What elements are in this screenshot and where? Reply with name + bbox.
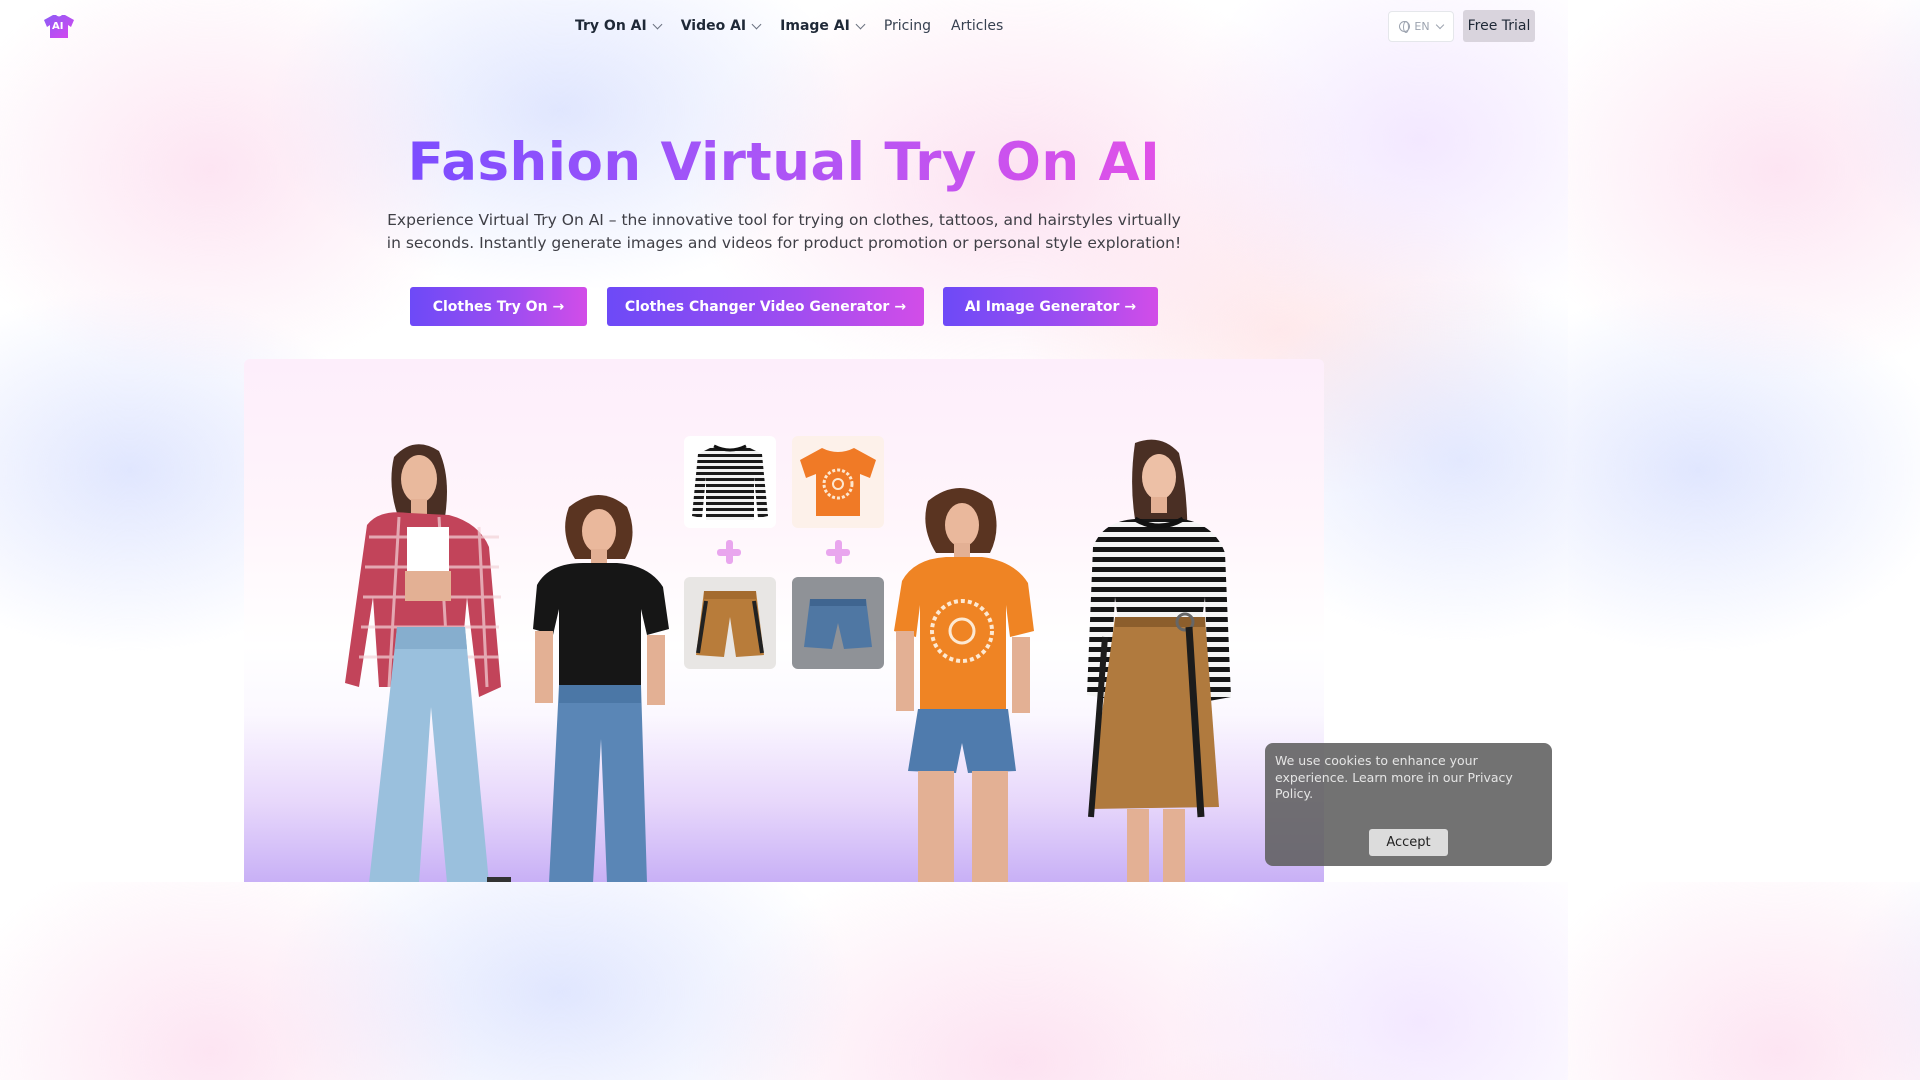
ai-image-generator-button[interactable]: AI Image Generator → xyxy=(943,287,1158,326)
cookie-text: We use cookies to enhance your experienc… xyxy=(1275,753,1513,801)
nav-label: Image AI xyxy=(780,18,850,34)
plus-icon xyxy=(717,540,741,564)
model-plaid-shirt-jeans xyxy=(345,444,511,882)
button-label: Clothes Changer Video Generator xyxy=(624,298,890,315)
denim-shorts-icon[interactable] xyxy=(792,577,884,669)
nav-try-on-ai[interactable]: Try On AI xyxy=(575,18,663,34)
chevron-down-icon xyxy=(855,19,866,29)
nav-video-ai[interactable]: Video AI xyxy=(680,18,762,34)
video-generator-button[interactable]: Clothes Changer Video Generator → xyxy=(607,287,924,326)
logo-icon[interactable]: AI xyxy=(43,12,75,40)
nav-image-ai[interactable]: Image AI xyxy=(780,18,866,34)
model-striped-top-skirt xyxy=(1087,439,1231,882)
nav-label: Try On AI xyxy=(575,18,647,34)
language-selector[interactable]: EN xyxy=(1388,11,1454,42)
chevron-down-icon xyxy=(652,19,663,29)
clothes-try-on-button[interactable]: Clothes Try On → xyxy=(410,287,587,326)
chevron-down-icon xyxy=(1435,20,1444,29)
language-label: EN xyxy=(1414,20,1430,33)
main-nav: Try On AI Video AI Image AI Pricing Arti… xyxy=(575,0,1023,52)
nav-label: Articles xyxy=(951,18,1004,34)
model-orange-tee-shorts xyxy=(894,488,1034,882)
nav-pricing[interactable]: Pricing xyxy=(884,18,931,34)
striped-longsleeve-icon[interactable] xyxy=(684,436,776,528)
plus-icon xyxy=(826,540,850,564)
globe-icon xyxy=(1399,21,1411,33)
page-title: Fashion Virtual Try On AI xyxy=(0,132,1568,193)
try-on-showcase xyxy=(244,359,1324,882)
button-label: Clothes Try On xyxy=(432,298,548,315)
nav-label: Pricing xyxy=(883,18,932,34)
arrow-right-icon: → xyxy=(894,298,907,315)
page-title-text: Fashion Virtual Try On AI xyxy=(407,132,1161,193)
logo-text: AI xyxy=(52,21,64,32)
arrow-right-icon: → xyxy=(552,298,565,315)
nav-articles[interactable]: Articles xyxy=(951,18,1003,34)
button-label: AI Image Generator xyxy=(964,298,1120,315)
model-black-tee-jeans xyxy=(533,495,669,882)
arrow-right-icon: → xyxy=(1124,298,1137,315)
brown-shorts-icon[interactable] xyxy=(684,577,776,669)
free-trial-button[interactable]: Free Trial xyxy=(1463,10,1535,42)
nav-label: Video AI xyxy=(680,18,747,34)
accept-cookies-button[interactable]: Accept xyxy=(1369,829,1448,856)
orange-tshirt-icon[interactable] xyxy=(792,436,884,528)
hero-subtitle: Experience Virtual Try On AI – the innov… xyxy=(386,211,1182,252)
site-header: AI Try On AI Video AI Image AI Pricing A… xyxy=(0,0,1568,52)
chevron-down-icon xyxy=(751,19,762,29)
